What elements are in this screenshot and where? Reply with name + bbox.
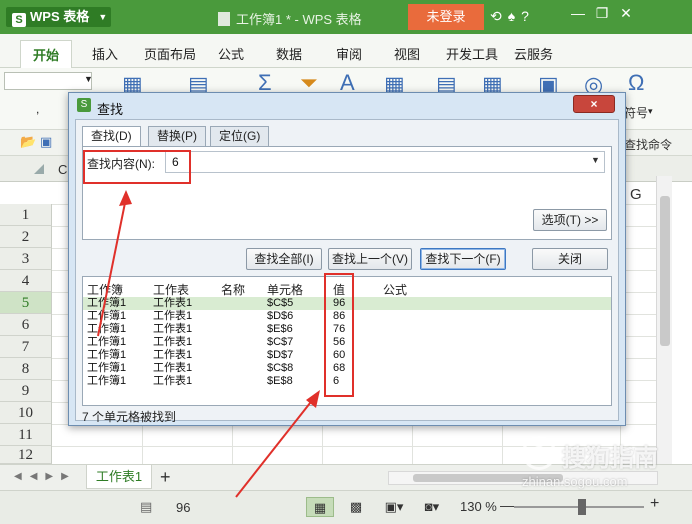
arrow-line-diagonal (235, 397, 315, 498)
watermark-text: 搜狗指南 (562, 445, 658, 472)
arrow-line-up (97, 197, 127, 337)
sogou-logo-icon: S (522, 436, 556, 470)
arrowhead-up (119, 190, 132, 206)
watermark-url: zhinan.sogou.com (522, 474, 628, 489)
